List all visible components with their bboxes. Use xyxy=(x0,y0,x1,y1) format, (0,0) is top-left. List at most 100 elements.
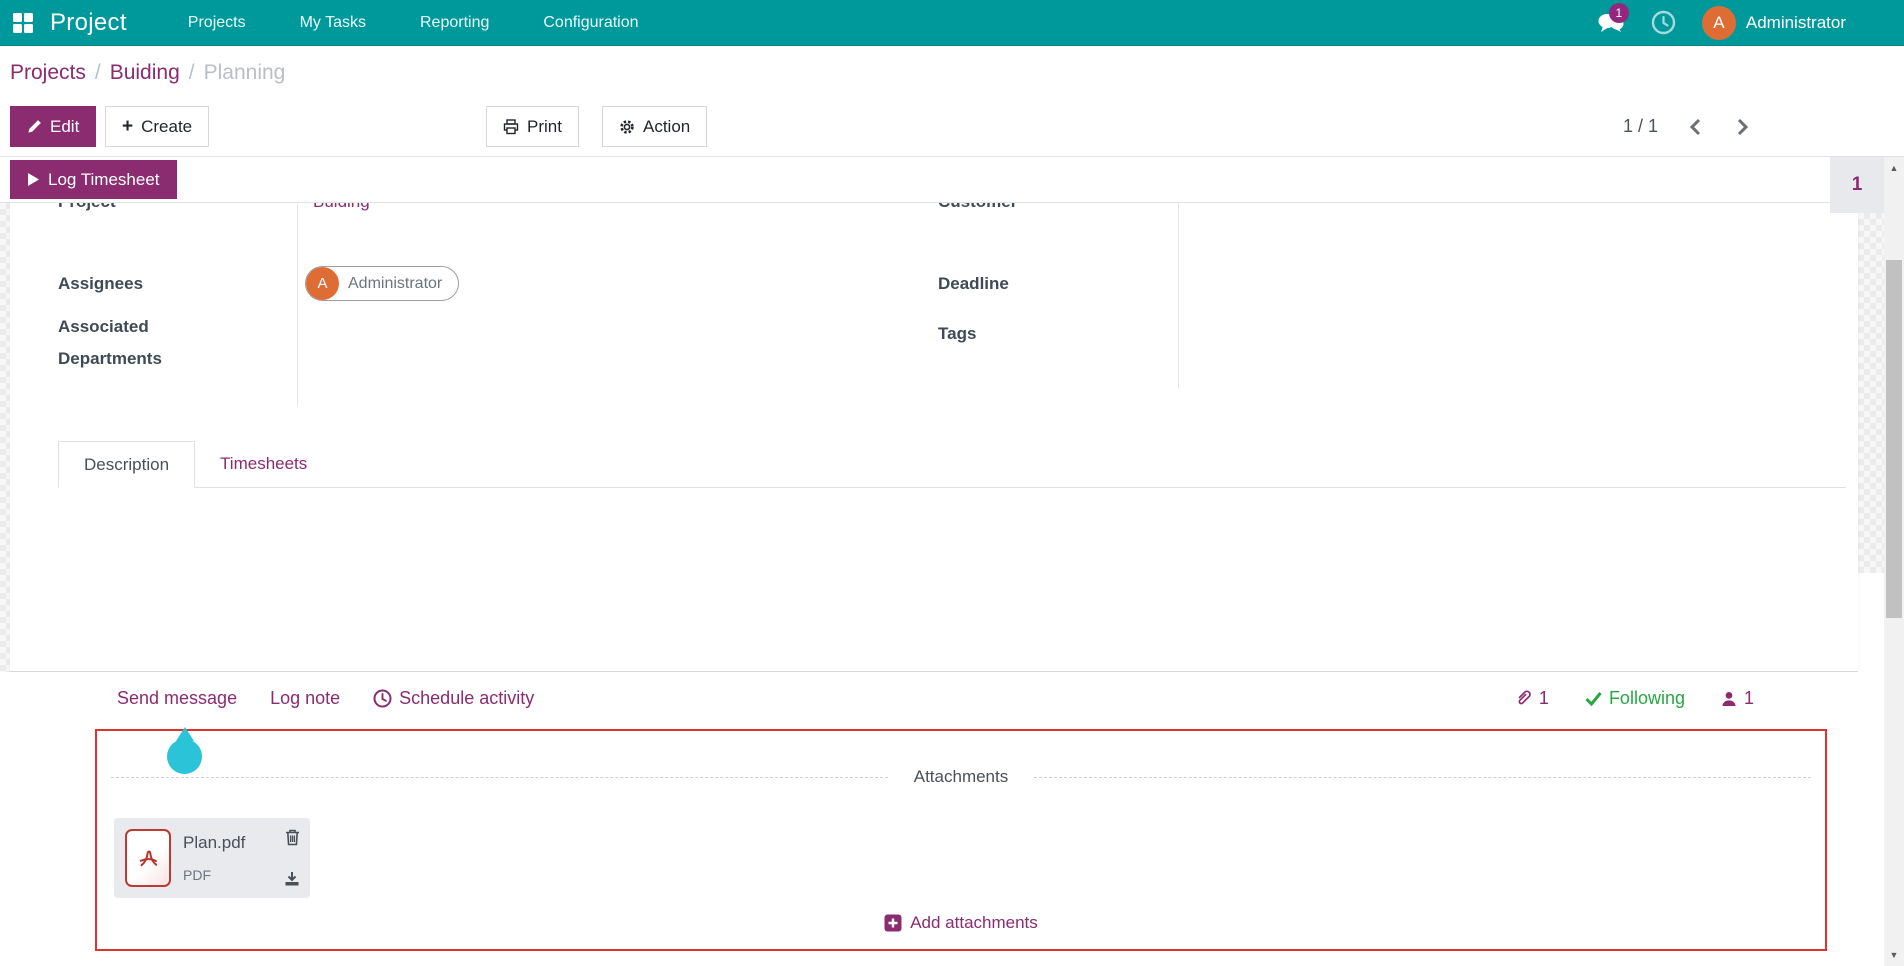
paperclip-icon xyxy=(1515,689,1532,708)
main-menu: Projects My Tasks Reporting Configuratio… xyxy=(161,0,666,46)
field-label-tags: Tags xyxy=(938,319,976,349)
action-button[interactable]: Action xyxy=(602,106,707,147)
attachments-toggle[interactable]: 1 xyxy=(1515,688,1549,709)
messages-button[interactable]: 1 xyxy=(1597,12,1625,34)
menu-configuration[interactable]: Configuration xyxy=(516,0,665,46)
plus-icon: + xyxy=(122,117,133,136)
clock-icon xyxy=(1651,10,1676,35)
trash-icon xyxy=(285,829,300,846)
scroll-up-arrow[interactable]: ▲ xyxy=(1884,159,1904,177)
scrollbar-thumb[interactable] xyxy=(1886,260,1902,618)
breadcrumb-buiding[interactable]: Buiding xyxy=(110,61,180,85)
breadcrumb-projects[interactable]: Projects xyxy=(10,61,86,85)
form-sheet: Project Buiding Assignees A Administrato… xyxy=(10,203,1858,672)
page-margin-right xyxy=(1858,213,1884,573)
column-divider xyxy=(297,203,298,406)
attachments-panel: Attachments Plan.pdf PDF xyxy=(95,729,1827,951)
schedule-clock-icon xyxy=(373,689,392,708)
acrobat-glyph-icon xyxy=(136,846,160,870)
log-timesheet-button[interactable]: Log Timesheet xyxy=(10,160,177,199)
add-attachments-button[interactable]: Add attachments xyxy=(884,913,1038,933)
attachment-count: 1 xyxy=(1539,688,1549,709)
printer-icon xyxy=(503,119,519,135)
user-menu[interactable]: A Administrator xyxy=(1702,6,1846,40)
notebook-tabs: Description Timesheets xyxy=(58,441,1846,488)
create-button[interactable]: + Create xyxy=(105,106,209,147)
column-divider xyxy=(1178,203,1179,388)
menu-projects[interactable]: Projects xyxy=(161,0,273,46)
control-panel: Projects / Buiding / Planning Edit + Cre… xyxy=(0,46,1904,157)
vertical-scrollbar[interactable]: ▲ ▼ xyxy=(1884,157,1904,966)
create-label: Create xyxy=(141,117,192,137)
action-label: Action xyxy=(643,117,690,137)
print-label: Print xyxy=(527,117,562,137)
download-attachment-button[interactable] xyxy=(284,871,300,887)
chatter-meta: 1 Following 1 xyxy=(1515,688,1754,709)
download-icon xyxy=(284,871,300,887)
person-icon xyxy=(1721,691,1737,707)
pager: 1 / 1 xyxy=(1623,106,1750,147)
add-attachments-label: Add attachments xyxy=(910,913,1038,933)
field-value-project[interactable]: Buiding xyxy=(313,203,370,217)
touch-cursor-indicator xyxy=(167,739,202,774)
field-label-associated-departments: Associated Departments xyxy=(58,311,208,375)
field-label-deadline: Deadline xyxy=(938,269,1009,299)
plus-square-icon xyxy=(884,914,902,932)
menu-my-tasks[interactable]: My Tasks xyxy=(273,0,393,46)
file-actions xyxy=(284,829,300,887)
log-timesheet-label: Log Timesheet xyxy=(48,170,160,190)
pencil-icon xyxy=(27,119,42,134)
schedule-activity-button[interactable]: Schedule activity xyxy=(373,688,534,709)
log-note-button[interactable]: Log note xyxy=(270,688,340,709)
assignee-avatar: A xyxy=(306,267,339,300)
pager-next-button[interactable] xyxy=(1734,118,1750,136)
check-icon xyxy=(1585,691,1602,706)
attachments-title-row: Attachments xyxy=(111,767,1811,787)
schedule-activity-label: Schedule activity xyxy=(399,688,534,709)
scroll-down-arrow[interactable]: ▼ xyxy=(1884,946,1904,964)
play-icon xyxy=(27,172,40,187)
breadcrumb-separator: / xyxy=(189,61,195,85)
edit-button[interactable]: Edit xyxy=(10,106,96,147)
top-navbar: Project Projects My Tasks Reporting Conf… xyxy=(0,0,1904,46)
field-label-customer: Customer xyxy=(938,203,1017,217)
field-label-project: Project xyxy=(58,203,116,217)
chatter-actions: Send message Log note Schedule activity xyxy=(117,688,534,709)
tab-description[interactable]: Description xyxy=(58,441,195,488)
form-view: Project Buiding Assignees A Administrato… xyxy=(0,203,1904,672)
followers-button[interactable]: 1 xyxy=(1721,688,1754,709)
follower-count: 1 xyxy=(1744,688,1754,709)
apps-grid-icon[interactable] xyxy=(0,0,46,46)
activities-button[interactable] xyxy=(1651,10,1676,35)
tab-timesheets[interactable]: Timesheets xyxy=(195,440,332,487)
delete-attachment-button[interactable] xyxy=(285,829,300,846)
stat-button[interactable]: 1 xyxy=(1830,157,1884,213)
pager-value: 1 / 1 xyxy=(1623,116,1658,137)
file-info: Plan.pdf PDF xyxy=(183,831,245,885)
navbar-right: 1 A Administrator xyxy=(1597,6,1904,40)
send-message-button[interactable]: Send message xyxy=(117,688,237,709)
assignee-pill[interactable]: A Administrator xyxy=(305,266,459,301)
assignee-name: Administrator xyxy=(348,275,442,293)
control-panel-buttons: Edit + Create Print Action 1 / 1 xyxy=(10,106,1904,147)
field-label-assignees: Assignees xyxy=(58,269,143,299)
app-brand[interactable]: Project xyxy=(46,9,161,37)
menu-reporting[interactable]: Reporting xyxy=(393,0,516,46)
print-button[interactable]: Print xyxy=(486,106,579,147)
edit-label: Edit xyxy=(50,117,79,137)
divider xyxy=(1034,777,1811,778)
following-button[interactable]: Following xyxy=(1585,688,1685,709)
breadcrumb-separator: / xyxy=(95,61,101,85)
pager-previous-button[interactable] xyxy=(1688,118,1704,136)
following-label: Following xyxy=(1609,688,1685,709)
chevron-left-icon xyxy=(1688,118,1704,136)
statusbar: Log Timesheet 1 xyxy=(0,157,1904,203)
page-margin-left xyxy=(0,203,10,672)
grid-icon xyxy=(12,12,34,34)
user-avatar: A xyxy=(1702,6,1736,40)
gear-icon xyxy=(619,119,635,135)
file-type: PDF xyxy=(183,867,245,883)
attachment-card[interactable]: Plan.pdf PDF xyxy=(114,818,310,898)
user-name: Administrator xyxy=(1746,13,1846,33)
chevron-right-icon xyxy=(1734,118,1750,136)
